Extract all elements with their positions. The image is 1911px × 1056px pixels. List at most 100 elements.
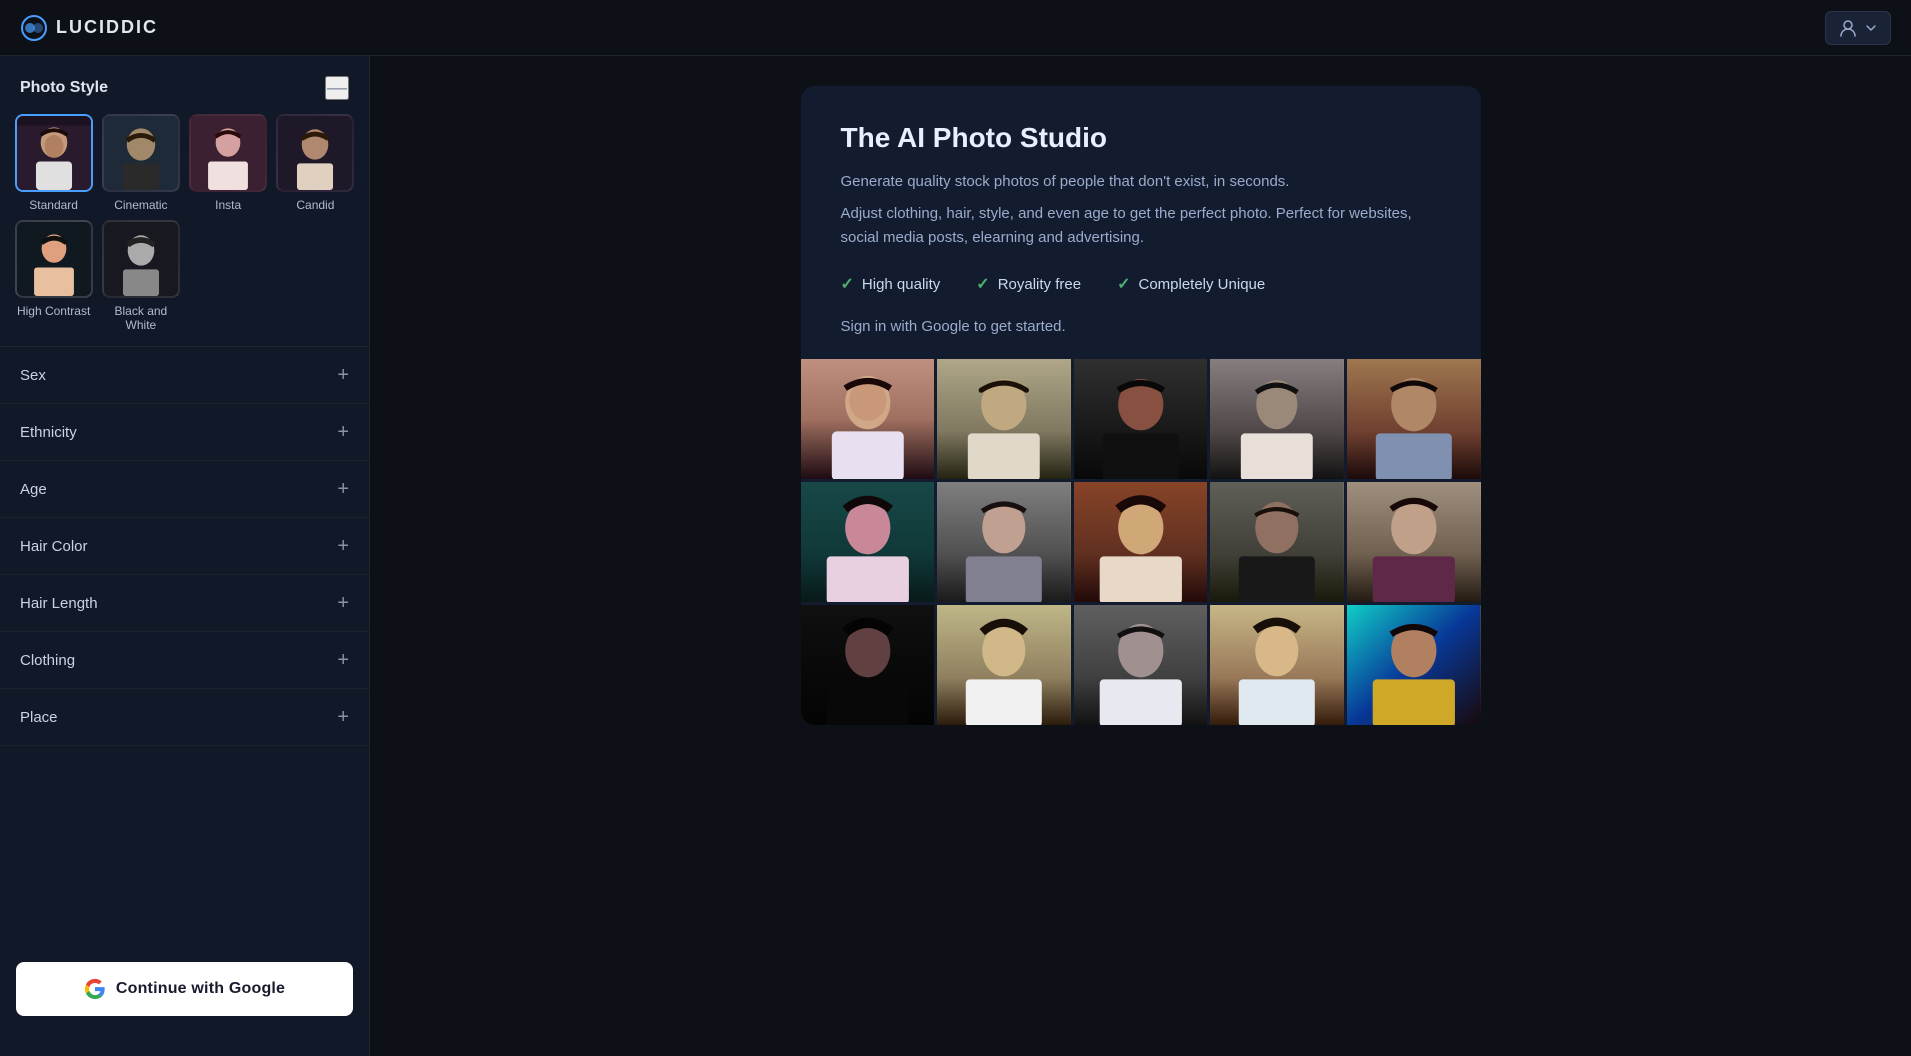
info-card: The AI Photo Studio Generate quality sto… — [801, 86, 1481, 725]
header-right — [1825, 11, 1891, 45]
style-item-insta[interactable]: Insta — [189, 114, 268, 212]
filter-row-clothing[interactable]: Clothing + — [0, 632, 369, 689]
style-thumb-insta — [189, 114, 267, 192]
card-description-2: Adjust clothing, hair, style, and even a… — [841, 202, 1441, 250]
filter-row-hair-color[interactable]: Hair Color + — [0, 518, 369, 575]
photo-r2c3-svg — [1074, 482, 1208, 602]
style-label-standard: Standard — [29, 198, 78, 212]
filter-label-sex: Sex — [20, 367, 46, 384]
style-item-candid[interactable]: Candid — [276, 114, 355, 212]
check-icon-cu: ✓ — [1117, 274, 1130, 294]
photo-r3c3-svg — [1074, 605, 1208, 725]
card-description-1: Generate quality stock photos of people … — [841, 170, 1441, 194]
chevron-down-icon — [1864, 21, 1878, 35]
photo-r2c2-svg — [937, 482, 1071, 602]
insta-face-svg — [191, 114, 265, 192]
expand-icon-ethnicity: + — [337, 422, 349, 442]
photo-r3c5-svg — [1347, 605, 1481, 725]
style-thumb-cinematic — [102, 114, 180, 192]
style-thumb-candid — [276, 114, 354, 192]
photo-cell-r3c5 — [1347, 605, 1481, 725]
candid-face-svg — [278, 114, 352, 192]
logo-text: LUCIDDIC — [56, 17, 158, 38]
style-thumb-standard — [15, 114, 93, 192]
check-icon-hq: ✓ — [841, 274, 854, 294]
feature-royalty-free: ✓ Royality free — [976, 274, 1081, 294]
filter-label-ethnicity: Ethnicity — [20, 424, 77, 441]
feature-high-quality: ✓ High quality — [841, 274, 941, 294]
card-title: The AI Photo Studio — [841, 122, 1441, 154]
filter-label-hair-length: Hair Length — [20, 595, 98, 612]
google-button-label: Continue with Google — [116, 980, 285, 998]
logo: LUCIDDIC — [20, 14, 158, 42]
style-label-candid: Candid — [296, 198, 334, 212]
expand-icon-sex: + — [337, 365, 349, 385]
expand-icon-hair-color: + — [337, 536, 349, 556]
sign-in-text: Sign in with Google to get started. — [841, 318, 1441, 335]
user-icon — [1838, 18, 1858, 38]
check-icon-rf: ✓ — [976, 274, 989, 294]
app-header: LUCIDDIC — [0, 0, 1911, 56]
style-label-bw: Black and White — [101, 304, 180, 332]
style-item-cinematic[interactable]: Cinematic — [101, 114, 180, 212]
photo-cell-r1c5 — [1347, 359, 1481, 479]
photo-cell-r2c3 — [1074, 482, 1208, 602]
style-item-highcontrast[interactable]: High Contrast — [14, 220, 93, 332]
filter-label-age: Age — [20, 481, 47, 498]
style-thumb-bw — [102, 220, 180, 298]
photo-cell-r3c4 — [1210, 605, 1344, 725]
feature-label-hq: High quality — [862, 276, 940, 293]
feature-completely-unique: ✓ Completely Unique — [1117, 274, 1265, 294]
filter-row-hair-length[interactable]: Hair Length + — [0, 575, 369, 632]
style-item-bw[interactable]: Black and White — [101, 220, 180, 332]
filter-row-ethnicity[interactable]: Ethnicity + — [0, 404, 369, 461]
photo-r3c2-svg — [937, 605, 1071, 725]
minimize-button[interactable]: — — [325, 76, 349, 100]
photo-r1c4-svg — [1210, 359, 1344, 479]
photo-cell-r2c4 — [1210, 482, 1344, 602]
photo-style-title: Photo Style — [20, 79, 108, 97]
continue-with-google-button[interactable]: Continue with Google — [16, 962, 353, 1016]
google-logo-icon — [84, 978, 106, 1000]
expand-icon-hair-length: + — [337, 593, 349, 613]
filter-row-sex[interactable]: Sex + — [0, 347, 369, 404]
highcontrast-face-svg — [17, 220, 91, 298]
photo-cell-r1c2 — [937, 359, 1071, 479]
photo-cell-r1c3 — [1074, 359, 1208, 479]
sidebar: Photo Style — — [0, 56, 370, 1056]
bw-face-svg — [104, 220, 178, 298]
style-label-insta: Insta — [215, 198, 241, 212]
style-grid: Standard Cinematic — [0, 114, 369, 346]
expand-icon-clothing: + — [337, 650, 349, 670]
photo-r1c1-svg — [801, 359, 935, 479]
cta-area: Continue with Google — [0, 942, 369, 1036]
photo-grid — [801, 359, 1481, 725]
filter-section: Sex + Ethnicity + Age + Hair Color + Hai… — [0, 346, 369, 746]
content-area: The AI Photo Studio Generate quality sto… — [370, 56, 1911, 1056]
filter-row-age[interactable]: Age + — [0, 461, 369, 518]
main-layout: Photo Style — — [0, 56, 1911, 1056]
user-menu-button[interactable] — [1825, 11, 1891, 45]
photo-cell-r2c5 — [1347, 482, 1481, 602]
photo-r2c1-svg — [801, 482, 935, 602]
photo-cell-r3c3 — [1074, 605, 1208, 725]
photo-cell-r2c1 — [801, 482, 935, 602]
photo-cell-r1c4 — [1210, 359, 1344, 479]
filter-row-place[interactable]: Place + — [0, 689, 369, 746]
photo-r2c5-svg — [1347, 482, 1481, 602]
style-thumb-highcontrast — [15, 220, 93, 298]
style-label-highcontrast: High Contrast — [17, 304, 90, 318]
filter-label-place: Place — [20, 709, 58, 726]
style-label-cinematic: Cinematic — [114, 198, 167, 212]
logo-icon — [20, 14, 48, 42]
filter-label-hair-color: Hair Color — [20, 538, 88, 555]
photo-r3c4-svg — [1210, 605, 1344, 725]
style-item-standard[interactable]: Standard — [14, 114, 93, 212]
photo-cell-r2c2 — [937, 482, 1071, 602]
expand-icon-age: + — [337, 479, 349, 499]
photo-r1c3-svg — [1074, 359, 1208, 479]
photo-cell-r1c1 — [801, 359, 935, 479]
standard-face-svg — [17, 114, 91, 192]
photo-cell-r3c1 — [801, 605, 935, 725]
cinematic-face-svg — [104, 114, 178, 192]
